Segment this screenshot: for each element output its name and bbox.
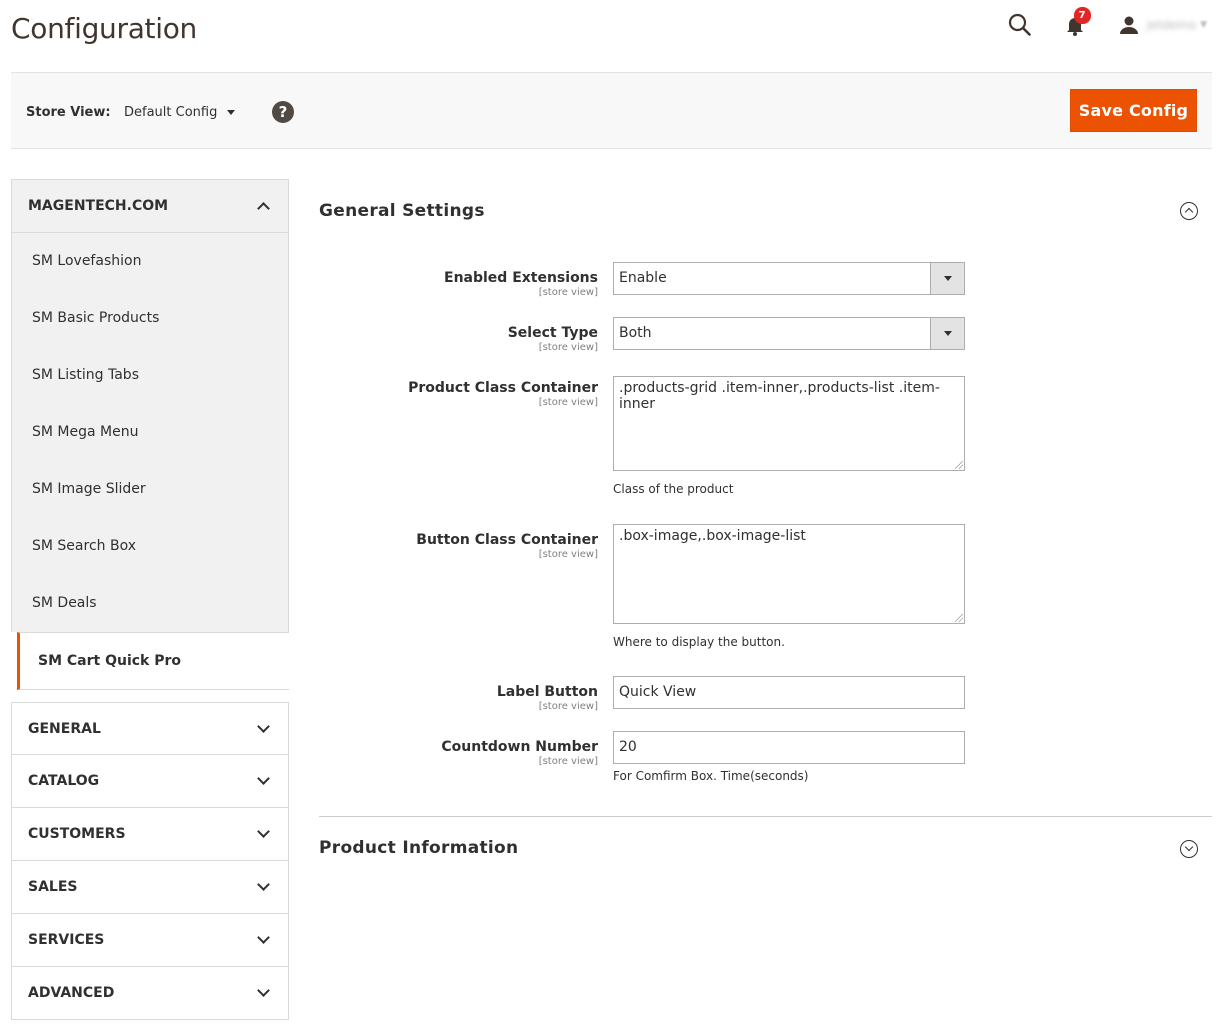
user-icon bbox=[1119, 16, 1138, 34]
button-class-container-textarea[interactable]: .box-image,.box-image-list bbox=[613, 524, 965, 624]
general-settings-header[interactable]: General Settings bbox=[319, 179, 1212, 241]
dropdown-arrow-icon bbox=[930, 318, 964, 349]
sidebar-item-sm-basic-products[interactable]: SM Basic Products bbox=[12, 290, 288, 347]
countdown-number-input[interactable]: 20 bbox=[613, 731, 965, 764]
tab-group-title: MAGENTECH.COM bbox=[28, 198, 169, 214]
label-button-input[interactable]: Quick View bbox=[613, 676, 965, 709]
scope-label: [store view] bbox=[538, 342, 598, 353]
chevron-down-icon bbox=[257, 772, 270, 785]
tab-catalog[interactable]: CATALOG bbox=[11, 755, 289, 808]
help-icon[interactable]: ? bbox=[272, 101, 294, 123]
save-config-button[interactable]: Save Config bbox=[1070, 89, 1197, 132]
config-sections: GENERAL CATALOG CUSTOMERS SALES SERVICES… bbox=[11, 702, 289, 1020]
scope-label: [store view] bbox=[538, 397, 598, 408]
notifications-bell-icon[interactable]: 7 bbox=[1063, 7, 1091, 37]
select-value: Enable bbox=[619, 270, 667, 286]
tab-label: SERVICES bbox=[28, 932, 105, 948]
field-label: Countdown Number bbox=[441, 739, 598, 755]
notification-badge: 7 bbox=[1073, 7, 1091, 24]
product-class-container-textarea[interactable]: .products-grid .item-inner,.products-lis… bbox=[613, 376, 965, 471]
store-view-selected: Default Config bbox=[124, 105, 218, 120]
sidebar-item-sm-deals[interactable]: SM Deals bbox=[12, 575, 288, 632]
select-value: Both bbox=[619, 325, 652, 341]
sidebar-item-sm-image-slider[interactable]: SM Image Slider bbox=[12, 461, 288, 518]
tab-label: CATALOG bbox=[28, 773, 100, 789]
header-actions: 7 jetdemo ▼ bbox=[1007, 7, 1207, 42]
tab-label: CUSTOMERS bbox=[28, 826, 126, 842]
field-label: Button Class Container bbox=[416, 532, 598, 548]
store-view-switcher[interactable]: Default Config bbox=[124, 105, 236, 120]
scope-label: [store view] bbox=[538, 701, 598, 712]
tab-group-magentech[interactable]: MAGENTECH.COM bbox=[11, 179, 289, 233]
product-information-header[interactable]: Product Information bbox=[319, 817, 1212, 879]
sidebar-item-sm-listing-tabs[interactable]: SM Listing Tabs bbox=[12, 347, 288, 404]
dropdown-arrow-icon bbox=[930, 263, 964, 294]
field-note: Class of the product bbox=[613, 482, 734, 496]
tab-general[interactable]: GENERAL bbox=[11, 702, 289, 755]
page-title: Configuration bbox=[11, 12, 197, 45]
store-view-label: Store View: bbox=[26, 105, 111, 120]
tab-services[interactable]: SERVICES bbox=[11, 914, 289, 967]
chevron-down-icon bbox=[257, 931, 270, 944]
general-settings-title: General Settings bbox=[319, 201, 485, 221]
field-label: Enabled Extensions bbox=[444, 270, 598, 286]
user-name: jetdemo bbox=[1146, 18, 1197, 32]
chevron-down-icon bbox=[257, 878, 270, 891]
sidebar-item-sm-mega-menu[interactable]: SM Mega Menu bbox=[12, 404, 288, 461]
tab-advanced[interactable]: ADVANCED bbox=[11, 967, 289, 1020]
scope-label: [store view] bbox=[538, 756, 598, 767]
chevron-down-icon bbox=[257, 719, 270, 733]
sidebar-item-sm-lovefashion[interactable]: SM Lovefashion bbox=[12, 233, 288, 290]
caret-down-icon bbox=[227, 110, 236, 115]
field-note: For Comfirm Box. Time(seconds) bbox=[613, 769, 809, 783]
field-label: Select Type bbox=[507, 325, 598, 341]
tab-customers[interactable]: CUSTOMERS bbox=[11, 808, 289, 861]
chevron-up-icon bbox=[257, 202, 270, 215]
config-main: General Settings Enabled Extensions [sto… bbox=[319, 179, 1212, 858]
enabled-extensions-select[interactable]: Enable bbox=[613, 262, 965, 295]
store-view-bar: Store View: Default Config ? Save Config bbox=[11, 72, 1212, 149]
sidebar-item-sm-search-box[interactable]: SM Search Box bbox=[12, 518, 288, 575]
user-menu[interactable]: jetdemo ▼ bbox=[1119, 15, 1207, 35]
select-type-select[interactable]: Both bbox=[613, 317, 965, 350]
chevron-down-icon bbox=[257, 984, 270, 997]
field-label: Label Button bbox=[496, 684, 598, 700]
scope-label: [store view] bbox=[538, 549, 598, 560]
scope-label: [store view] bbox=[538, 287, 598, 298]
field-label: Product Class Container bbox=[408, 380, 598, 396]
chevron-down-icon: ▼ bbox=[1200, 20, 1207, 30]
tab-label: GENERAL bbox=[28, 720, 101, 737]
sidebar-item-sm-cart-quick-pro[interactable]: SM Cart Quick Pro bbox=[17, 632, 289, 690]
search-icon[interactable] bbox=[1007, 12, 1033, 38]
collapse-circle-icon[interactable] bbox=[1180, 202, 1198, 220]
tab-group-items: SM Lovefashion SM Basic Products SM List… bbox=[11, 233, 289, 632]
chevron-down-icon bbox=[257, 825, 270, 838]
config-sidebar: MAGENTECH.COM SM Lovefashion SM Basic Pr… bbox=[11, 179, 289, 1020]
tab-label: SALES bbox=[28, 879, 78, 895]
field-note: Where to display the button. bbox=[613, 635, 785, 649]
tab-label: ADVANCED bbox=[28, 985, 115, 1001]
expand-circle-icon[interactable] bbox=[1180, 840, 1198, 858]
product-information-title: Product Information bbox=[319, 838, 519, 858]
tab-sales[interactable]: SALES bbox=[11, 861, 289, 914]
